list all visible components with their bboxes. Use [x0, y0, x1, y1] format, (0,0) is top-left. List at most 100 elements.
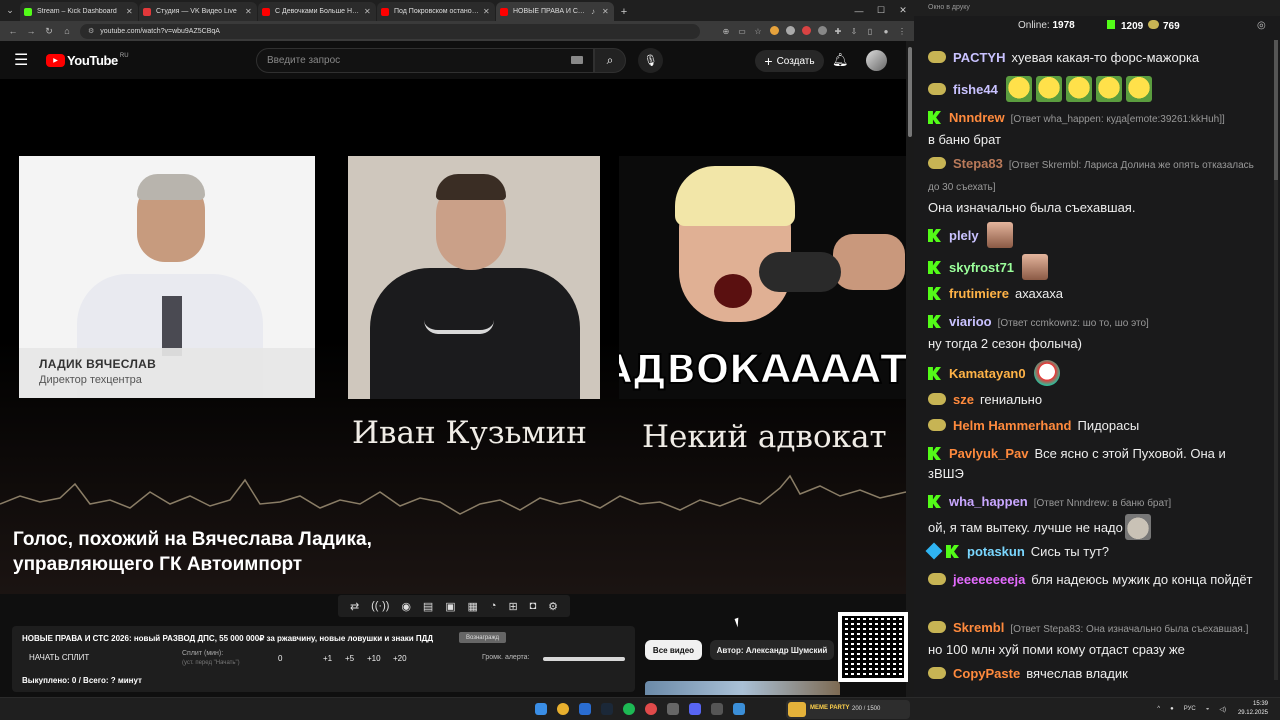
chat-username[interactable]: jeeeeeeeeja — [953, 572, 1025, 587]
start-split-button[interactable]: НАЧАТЬ СПЛИТ — [29, 653, 89, 662]
site-info-icon[interactable]: ⚙ — [88, 27, 94, 35]
filter-chip-author[interactable]: Автор: Александр Шумский — [710, 640, 834, 660]
chat-scrollbar[interactable] — [1274, 40, 1278, 680]
steam-icon[interactable] — [601, 703, 613, 715]
tray-app-icon[interactable]: ● — [1170, 706, 1174, 712]
tab-search-icon[interactable]: ⌄ — [0, 0, 20, 21]
chat-username[interactable]: sze — [953, 392, 974, 407]
reward-badge[interactable]: Вознагражд — [459, 632, 506, 643]
chrome-icon[interactable] — [557, 703, 569, 715]
browser-tab-kick[interactable]: Stream – Kick Dashboard ✕ — [20, 2, 138, 21]
network-icon[interactable]: ◒ — [1206, 706, 1210, 712]
media-widget[interactable]: MEME PARTY 200 / 1500 — [786, 700, 910, 719]
zoom-icon[interactable]: ⊕ — [718, 27, 734, 36]
chat-username[interactable]: fishe44 — [953, 82, 998, 97]
chat-username[interactable]: wha_happen — [949, 494, 1028, 509]
chat-username[interactable]: Skrembl — [953, 620, 1004, 635]
app-icon[interactable] — [711, 703, 723, 715]
speedometer-icon[interactable]: ◔ — [490, 600, 497, 612]
voice-search-button[interactable]: 🎙︎ — [638, 48, 663, 73]
puzzle-icon[interactable]: ✚ — [830, 27, 846, 36]
app-icon[interactable] — [645, 703, 657, 715]
video-player[interactable]: ЛАДИК ВЯЧЕСЛАВ Директор техцентра АДВОКА… — [0, 79, 906, 594]
chat-username[interactable]: viarioo — [949, 314, 992, 329]
chat-username[interactable]: potaskun — [967, 544, 1025, 559]
home-icon[interactable]: ⌂ — [58, 26, 76, 36]
chat-username[interactable]: Nnndrew — [949, 110, 1005, 125]
close-icon[interactable]: ✕ — [364, 7, 372, 16]
discord-icon[interactable] — [689, 703, 701, 715]
search-button[interactable]: ⌕ — [594, 48, 626, 73]
minimize-icon[interactable]: — — [848, 6, 870, 16]
broadcast-icon[interactable]: ((·)) — [371, 600, 389, 612]
volume-icon[interactable]: ◁) — [1219, 706, 1226, 713]
browser-tab-vk[interactable]: Студия — VK Видео Live ✕ — [139, 2, 257, 21]
chat-username[interactable]: Helm Hammerhand — [953, 418, 1071, 433]
menu-dots-icon[interactable]: ⋮ — [894, 27, 910, 36]
increment-10-button[interactable]: +10 — [367, 654, 381, 663]
increment-1-button[interactable]: +1 — [323, 654, 332, 663]
timeline-icon[interactable]: ▦ — [468, 600, 478, 613]
extension-icon[interactable] — [766, 25, 782, 37]
browser-tab-active[interactable]: НОВЫЕ ПРАВА И СТС 2026:♪✕ — [496, 2, 614, 21]
chat-username[interactable]: Stepa83 — [953, 156, 1003, 171]
chat-username[interactable]: Pavlyuk_Pav — [949, 446, 1029, 461]
gear-icon[interactable]: ⚙ — [548, 600, 558, 613]
download-icon[interactable]: ⇩ — [846, 27, 862, 36]
browser-tab-youtube-2[interactable]: Под Покровском остановлен ✕ — [377, 2, 495, 21]
chat-username[interactable]: frutimiere — [949, 286, 1009, 301]
extension-icon[interactable] — [798, 25, 814, 37]
close-window-icon[interactable]: ✕ — [892, 5, 914, 16]
start-icon[interactable] — [535, 703, 547, 715]
sidebar-icon[interactable]: ▯ — [862, 27, 878, 36]
increment-20-button[interactable]: +20 — [393, 654, 407, 663]
create-button[interactable]: + Создать — [755, 50, 824, 72]
extension-icon[interactable] — [782, 25, 798, 37]
forward-icon[interactable]: → — [22, 26, 40, 36]
browser-tab-youtube-1[interactable]: С Девочками Больше Не Хоти✕ — [258, 2, 376, 21]
tray-chevron-icon[interactable]: ^ — [1157, 706, 1160, 712]
audio-icon[interactable]: ♪ — [591, 7, 599, 16]
eye-icon[interactable]: ◉ — [401, 600, 411, 613]
close-icon[interactable]: ✕ — [245, 7, 253, 16]
recommended-video-thumbnail[interactable] — [645, 681, 840, 695]
spotify-icon[interactable] — [623, 703, 635, 715]
reload-icon[interactable]: ↻ — [40, 26, 58, 37]
maximize-icon[interactable]: ☐ — [870, 5, 892, 16]
scrollbar-thumb[interactable] — [908, 47, 912, 137]
loop-icon[interactable]: ⇄ — [350, 600, 359, 613]
bookmark-star-icon[interactable]: ☆ — [750, 27, 766, 36]
clock[interactable]: 15:39 29.12.2025 — [1238, 700, 1268, 718]
menu-icon[interactable]: ☰ — [14, 50, 36, 70]
chat-settings-icon[interactable]: ◎ — [1257, 20, 1266, 31]
close-icon[interactable]: ✕ — [483, 7, 491, 16]
close-icon[interactable]: ✕ — [602, 7, 610, 16]
filter-chip-all[interactable]: Все видео — [645, 640, 702, 660]
picture-in-picture-icon[interactable]: ▣ — [445, 600, 455, 613]
chat-username[interactable]: plely — [949, 228, 979, 243]
chat-username[interactable]: CopyPaste — [953, 666, 1020, 681]
search-input[interactable]: Введите запрос — [256, 48, 594, 73]
language-indicator[interactable]: РУС — [1184, 706, 1196, 712]
explorer-icon[interactable] — [579, 703, 591, 715]
app-icon[interactable] — [667, 703, 679, 715]
extension-icon[interactable] — [814, 25, 830, 37]
youtube-logo[interactable]: ▶ YouTube RU — [46, 53, 129, 68]
alert-volume-slider[interactable] — [543, 657, 625, 661]
chat-username[interactable]: PACTYH — [953, 50, 1005, 65]
cast-icon[interactable]: ▭ — [734, 27, 750, 36]
close-icon[interactable]: ✕ — [126, 7, 134, 16]
profile-icon[interactable]: ● — [878, 27, 894, 36]
url-field[interactable]: ⚙ youtube.com/watch?v=wbu9AZ5CBqA — [80, 23, 700, 39]
avatar[interactable] — [866, 50, 887, 71]
chat-username[interactable]: Kamatayan0 — [949, 366, 1026, 381]
scrollbar-thumb[interactable] — [1274, 40, 1278, 180]
chat-username[interactable]: skyfrost71 — [949, 260, 1014, 275]
keyboard-icon[interactable] — [571, 56, 583, 64]
camera-icon[interactable]: ◘ — [530, 600, 537, 612]
clapper-icon[interactable]: ▤ — [423, 600, 433, 613]
back-icon[interactable]: ← — [4, 26, 22, 36]
notifications-bell-icon[interactable]: 🔔︎ — [832, 52, 849, 68]
telegram-icon[interactable] — [733, 703, 745, 715]
increment-5-button[interactable]: +5 — [345, 654, 354, 663]
